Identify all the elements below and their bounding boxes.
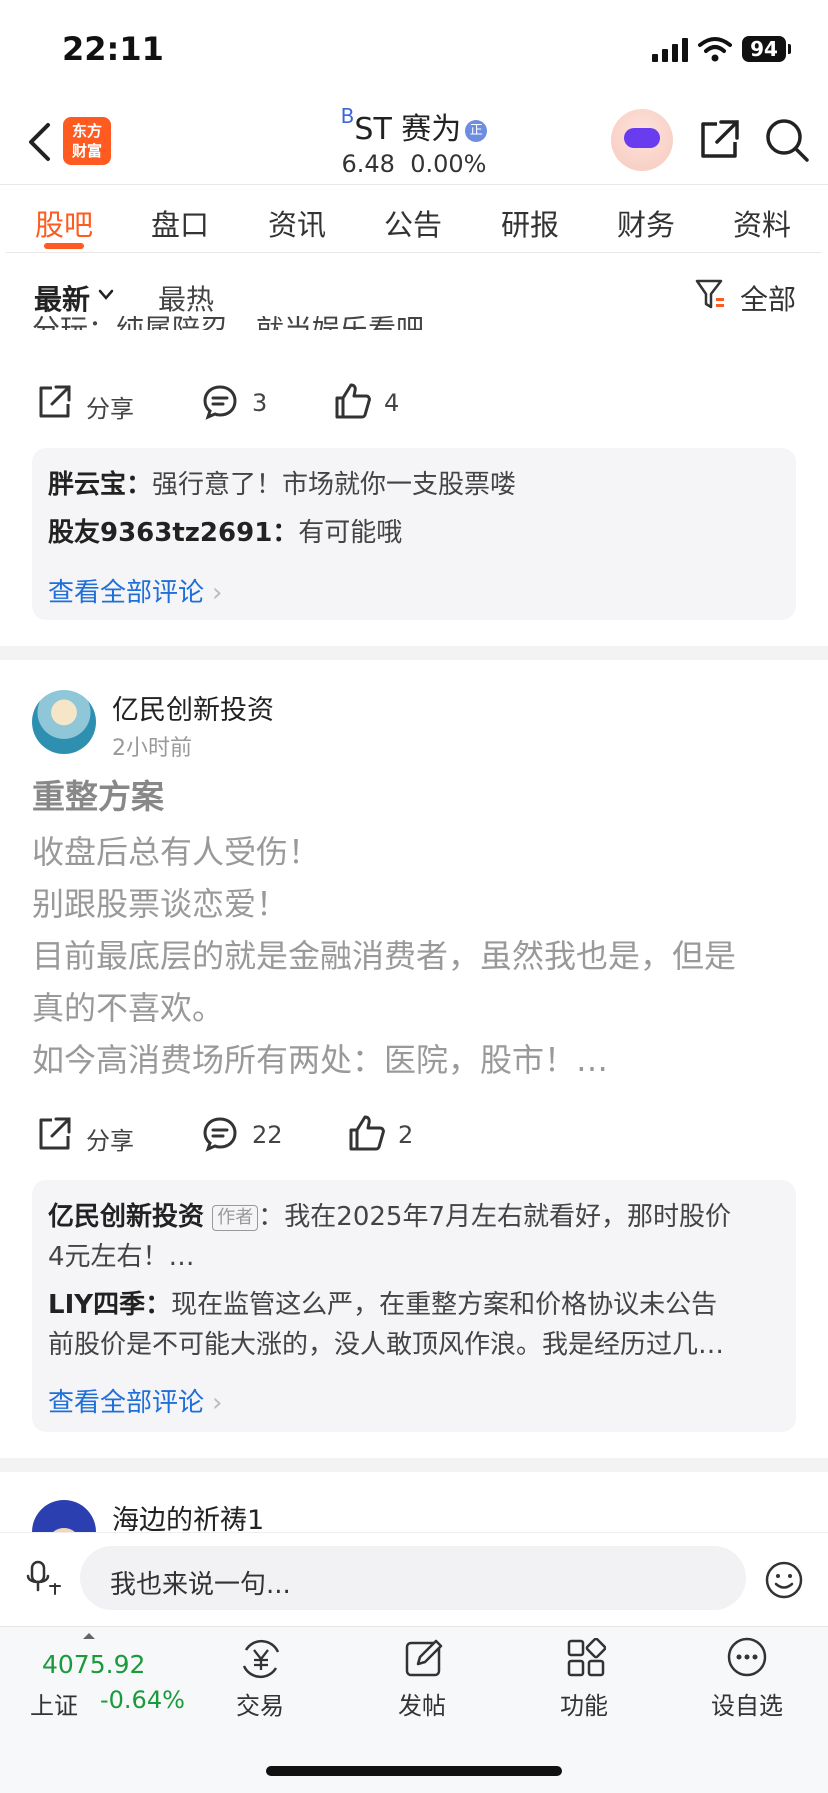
reply-text: 强行意了！市场就你一支股票喽 (152, 470, 517, 500)
tab-zixun[interactable]: 资讯 (268, 202, 326, 244)
like-icon[interactable] (334, 382, 372, 420)
nav-function[interactable]: 功能 (524, 1686, 644, 1721)
view-all-comments-link[interactable]: 查看全部评论 › (48, 1382, 222, 1419)
post2-title[interactable]: 重整方案 (32, 770, 164, 818)
tabs-divider (6, 252, 822, 253)
more-icon[interactable] (726, 1636, 768, 1678)
chevron-right-icon: › (212, 578, 223, 608)
filter-icon[interactable] (694, 278, 726, 310)
nav-add-watchlist[interactable]: 设自选 (687, 1686, 807, 1721)
body-line: 收盘后总有人受伤！ (32, 833, 321, 871)
like-icon[interactable] (348, 1114, 386, 1152)
emoji-icon[interactable] (764, 1560, 804, 1600)
wifi-icon (698, 37, 732, 62)
body-line: 目前最底层的就是金融消费者，虽然我也是，但是 (32, 937, 737, 975)
view-all-label: 查看全部评论 (48, 1388, 205, 1418)
share-post-icon[interactable] (36, 384, 72, 420)
post2-comments-box[interactable]: 亿民创新投资 作者 ：我在2025年7月左右就看好，那时股价 4元左右！… LIY… (32, 1180, 796, 1432)
avatar[interactable] (32, 690, 96, 754)
filter-all[interactable]: 全部 (740, 278, 796, 318)
reply-line: 胖云宝：强行意了！市场就你一支股票喽 (48, 466, 516, 504)
post-separator (0, 1458, 828, 1472)
share-icon[interactable] (697, 118, 741, 162)
post2-share-label[interactable]: 分享 (86, 1121, 134, 1156)
post2-author[interactable]: 亿民创新投资 (112, 688, 274, 727)
post2-body[interactable]: 收盘后总有人受伤！ 别跟股票谈恋爱！ 目前最底层的就是金融消费者，虽然我也是，但… (32, 826, 802, 1086)
reply-line: 亿民创新投资 作者 ：我在2025年7月左右就看好，那时股价 (48, 1198, 788, 1236)
search-icon[interactable] (764, 117, 810, 163)
comment-icon[interactable] (202, 1116, 238, 1152)
post1-cut-text: 分玩：纯属陪忍，就当娱乐看吧 (32, 316, 424, 330)
post1-comment-count: 3 (252, 389, 268, 417)
active-tab-underline (44, 243, 84, 249)
stock-change: 0.00% (410, 150, 487, 178)
stock-price: 6.48 (341, 150, 395, 178)
voice-input-icon[interactable] (26, 1560, 64, 1598)
post2-time: 2小时前 (112, 736, 192, 761)
comment-placeholder: 我也来说一句... (110, 1570, 291, 1600)
tab-caiwu[interactable]: 财务 (617, 202, 675, 244)
stock-name: ST 赛为 (354, 112, 462, 147)
sort-hot[interactable]: 最热 (158, 278, 214, 318)
body-line: 别跟股票谈恋爱！ (32, 885, 289, 923)
caret-up-icon[interactable] (82, 1632, 96, 1640)
sort-latest[interactable]: 最新 (34, 278, 90, 318)
tab-guba[interactable]: 股吧 (35, 202, 93, 244)
post2-comment-count: 22 (252, 1121, 283, 1149)
reply-user: 亿民创新投资 (48, 1202, 205, 1232)
nav-post[interactable]: 发帖 (362, 1686, 482, 1721)
index-name: 上证 (30, 1692, 78, 1720)
reply-line: 股友9363tz2691：有可能哦 (48, 514, 402, 552)
reply-user: 胖云宝： (48, 470, 153, 500)
robot-face (624, 128, 660, 148)
status-time: 22:11 (62, 30, 164, 68)
view-all-comments-link[interactable]: 查看全部评论 › (48, 572, 222, 609)
view-all-label: 查看全部评论 (48, 578, 205, 608)
reply-user: 股友9363tz2691： (48, 518, 299, 548)
signal-icon (652, 38, 688, 62)
tab-pankou[interactable]: 盘口 (151, 202, 209, 244)
chevron-down-icon (98, 289, 114, 300)
reply-text: ：我在2025年7月左右就看好，那时股价 (258, 1202, 731, 1232)
reply-user: LIY四季： (48, 1290, 172, 1320)
trade-icon[interactable] (238, 1638, 284, 1680)
tab-gonggao[interactable]: 公告 (384, 202, 442, 244)
reply-text: 现在监管这么严，在重整方案和价格协议未公告 (171, 1290, 718, 1320)
nav-trade[interactable]: 交易 (200, 1686, 320, 1721)
body-line: 如今高消费场所有两处：医院，股市！… (32, 1041, 609, 1079)
tab-ziliao[interactable]: 资料 (733, 202, 791, 244)
verified-badge: 正 (465, 119, 488, 142)
post1-share-label[interactable]: 分享 (86, 389, 134, 424)
grid-icon[interactable] (566, 1638, 606, 1678)
post-separator (0, 646, 828, 660)
post2-like-count: 2 (398, 1121, 414, 1149)
tab-yanbao[interactable]: 研报 (501, 202, 559, 244)
battery-level: 94 (742, 36, 786, 62)
body-line: 真的不喜欢。 (32, 989, 225, 1027)
sort-latest-label: 最新 (34, 283, 91, 316)
index-change: -0.64% (100, 1686, 185, 1714)
stock-prefix: B (340, 104, 355, 128)
comment-icon[interactable] (202, 384, 238, 420)
author-tag: 作者 (212, 1204, 259, 1231)
index-value[interactable]: 4075.92 (42, 1650, 145, 1679)
reply-line-cont: 前股价是不可能大涨的，没人敢顶风作浪。我是经历过几… (48, 1330, 725, 1360)
home-indicator (266, 1766, 562, 1776)
avatar-clip (32, 1500, 96, 1534)
compose-icon[interactable] (404, 1638, 444, 1678)
reply-line: LIY四季：现在监管这么严，在重整方案和价格协议未公告 (48, 1286, 788, 1324)
header-divider (0, 184, 828, 185)
post1-comments-box[interactable]: 胖云宝：强行意了！市场就你一支股票喽 股友9363tz2691：有可能哦 查看全… (32, 448, 796, 620)
chevron-right-icon: › (212, 1388, 223, 1418)
post1-like-count: 4 (384, 389, 400, 417)
reply-line-cont: 4元左右！… (48, 1242, 195, 1272)
reply-text: 有可能哦 (298, 518, 403, 548)
battery-cap (788, 44, 791, 54)
avatar[interactable] (32, 1500, 96, 1534)
share-post-icon[interactable] (36, 1116, 72, 1152)
